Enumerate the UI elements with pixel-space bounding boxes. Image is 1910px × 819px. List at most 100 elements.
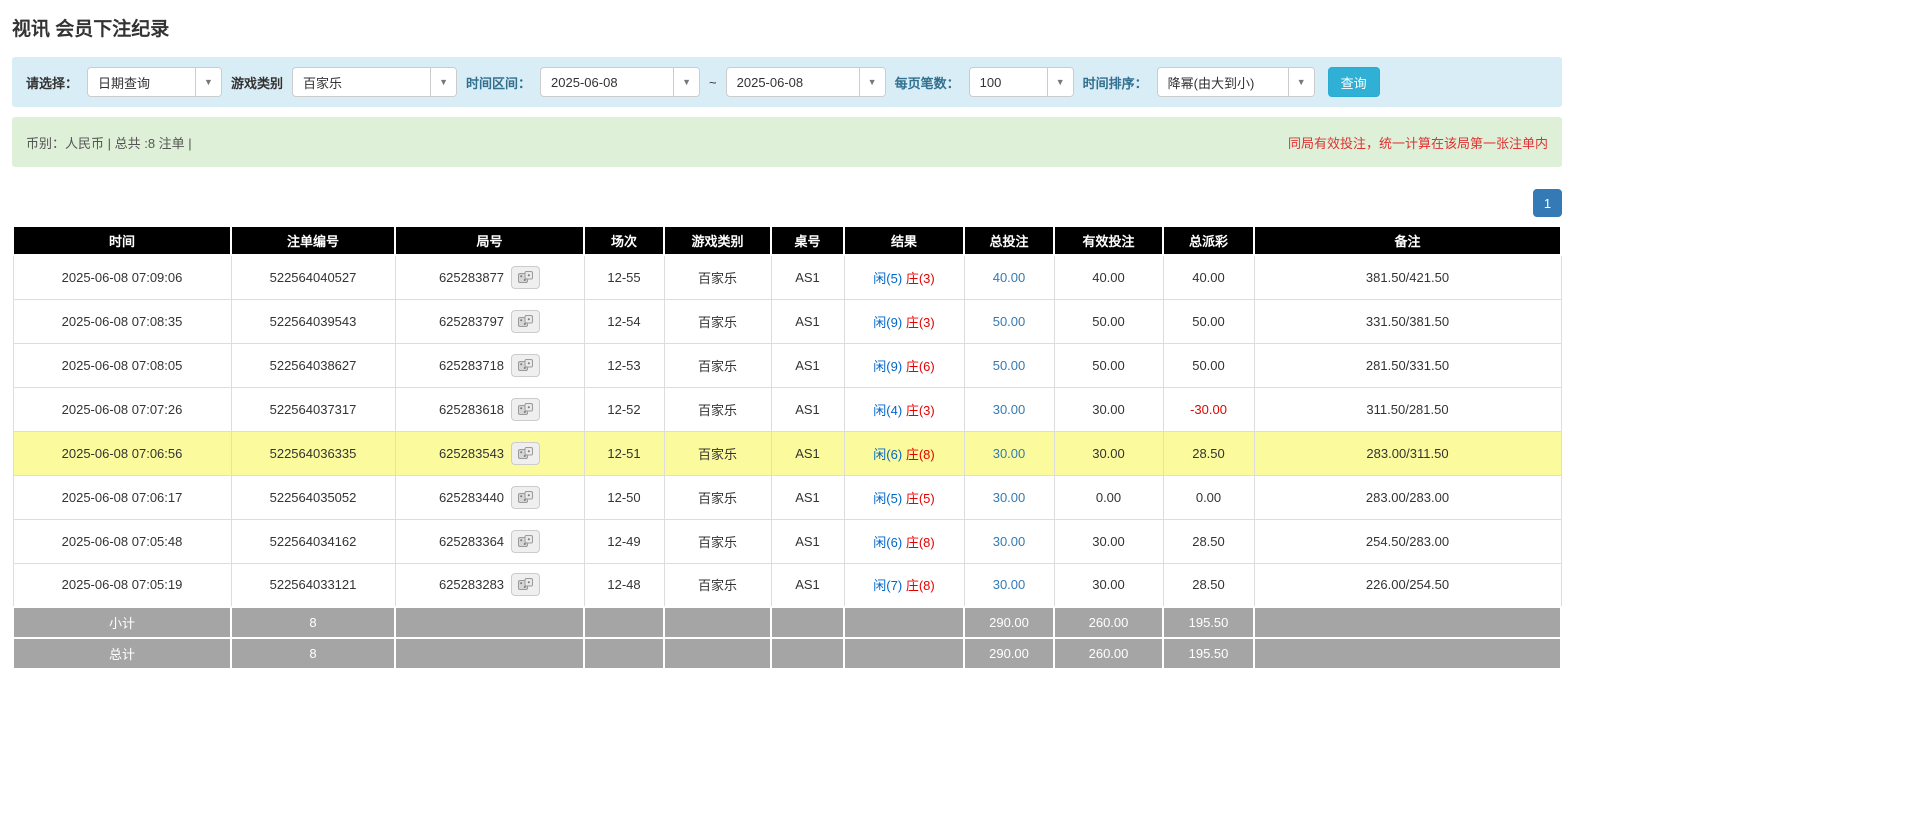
summary-bar: 币别：人民币 | 总共 :8 注单 | 同局有效投注，统一计算在该局第一张注单内 xyxy=(12,117,1562,167)
round-result-button[interactable] xyxy=(511,442,540,465)
cell-valid-bet: 30.00 xyxy=(1054,519,1163,563)
round-result-button[interactable] xyxy=(511,486,540,509)
round-result-button[interactable] xyxy=(511,573,540,596)
round-result-button[interactable] xyxy=(511,354,540,377)
total-bet-link[interactable]: 50.00 xyxy=(993,358,1026,373)
date-from-select[interactable]: 2025-06-08 ▼ xyxy=(540,67,700,97)
cell-round: 625283440 xyxy=(395,475,584,519)
payout-value: -30.00 xyxy=(1190,402,1227,417)
cell-game-type: 百家乐 xyxy=(664,255,771,299)
cell-table-no: AS1 xyxy=(771,255,844,299)
cell-session: 12-49 xyxy=(584,519,664,563)
cell-result: 闲(6) 庄(8) xyxy=(844,519,964,563)
cell-table-no: AS1 xyxy=(771,343,844,387)
cell-remark: 226.00/254.50 xyxy=(1254,563,1561,607)
cell-bet-id: 522564038627 xyxy=(231,343,395,387)
query-type-select[interactable]: 日期查询 ▼ xyxy=(87,67,222,97)
query-type-value: 日期查询 xyxy=(88,73,195,92)
total-bet-link[interactable]: 30.00 xyxy=(993,534,1026,549)
result-player: 闲(9) xyxy=(873,359,902,374)
total-bet-link[interactable]: 30.00 xyxy=(993,446,1026,461)
dice-icon xyxy=(518,578,533,591)
result-banker: 庄(8) xyxy=(906,535,935,550)
page-size-select[interactable]: 100 ▼ xyxy=(969,67,1074,97)
cell-table-no: AS1 xyxy=(771,563,844,607)
table-header: 时间 注单编号 局号 场次 游戏类别 桌号 结果 总投注 有效投注 总派彩 备注 xyxy=(13,226,1561,255)
cell-valid-bet: 30.00 xyxy=(1054,387,1163,431)
dice-icon xyxy=(518,403,533,416)
cell-bet-id: 522564039543 xyxy=(231,299,395,343)
total-payout: 195.50 xyxy=(1163,638,1254,669)
round-result-button[interactable] xyxy=(511,398,540,421)
table-row: 2025-06-08 07:05:19 522564033121 6252832… xyxy=(13,563,1561,607)
currency-total-summary: 币别：人民币 | 总共 :8 注单 | xyxy=(26,133,192,152)
cell-result: 闲(5) 庄(5) xyxy=(844,475,964,519)
total-bet-link[interactable]: 30.00 xyxy=(993,490,1026,505)
cell-game-type: 百家乐 xyxy=(664,387,771,431)
cell-remark: 283.00/311.50 xyxy=(1254,431,1561,475)
cell-bet-id: 522564037317 xyxy=(231,387,395,431)
cell-remark: 283.00/283.00 xyxy=(1254,475,1561,519)
table-row: 2025-06-08 07:06:17 522564035052 6252834… xyxy=(13,475,1561,519)
round-number: 625283440 xyxy=(439,490,504,505)
page-size-label: 每页笔数： xyxy=(895,73,960,92)
cell-round: 625283797 xyxy=(395,299,584,343)
date-to-select[interactable]: 2025-06-08 ▼ xyxy=(726,67,886,97)
cell-bet-id: 522564040527 xyxy=(231,255,395,299)
total-bet-link[interactable]: 30.00 xyxy=(993,577,1026,592)
pagination-page-1-button[interactable]: 1 xyxy=(1533,189,1562,217)
header-payout: 总派彩 xyxy=(1163,226,1254,255)
cell-valid-bet: 30.00 xyxy=(1054,563,1163,607)
cell-time: 2025-06-08 07:06:17 xyxy=(13,475,231,519)
game-type-value: 百家乐 xyxy=(293,73,430,92)
table-row: 2025-06-08 07:05:48 522564034162 6252833… xyxy=(13,519,1561,563)
header-table-no: 桌号 xyxy=(771,226,844,255)
game-type-select[interactable]: 百家乐 ▼ xyxy=(292,67,457,97)
subtotal-valid-bet: 260.00 xyxy=(1054,607,1163,638)
table-row: 2025-06-08 07:06:56 522564036335 6252835… xyxy=(13,431,1561,475)
cell-result: 闲(5) 庄(3) xyxy=(844,255,964,299)
total-bet-link[interactable]: 50.00 xyxy=(993,314,1026,329)
header-bet-id: 注单编号 xyxy=(231,226,395,255)
table-row: 2025-06-08 07:07:26 522564037317 6252836… xyxy=(13,387,1561,431)
cell-result: 闲(6) 庄(8) xyxy=(844,431,964,475)
round-result-button[interactable] xyxy=(511,530,540,553)
cell-round: 625283283 xyxy=(395,563,584,607)
result-player: 闲(7) xyxy=(873,578,902,593)
header-round: 局号 xyxy=(395,226,584,255)
result-player: 闲(9) xyxy=(873,315,902,330)
subtotal-row: 小计 8 290.00 260.00 195.50 xyxy=(13,607,1561,638)
subtotal-count: 8 xyxy=(231,607,395,638)
search-button[interactable]: 查询 xyxy=(1328,67,1380,97)
result-banker: 庄(3) xyxy=(906,315,935,330)
cell-result: 闲(4) 庄(3) xyxy=(844,387,964,431)
cell-round: 625283718 xyxy=(395,343,584,387)
cell-round: 625283543 xyxy=(395,431,584,475)
payout-value: 28.50 xyxy=(1192,577,1225,592)
total-bet-link[interactable]: 30.00 xyxy=(993,402,1026,417)
cell-remark: 254.50/283.00 xyxy=(1254,519,1561,563)
cell-valid-bet: 50.00 xyxy=(1054,299,1163,343)
cell-round: 625283618 xyxy=(395,387,584,431)
cell-time: 2025-06-08 07:05:48 xyxy=(13,519,231,563)
cell-result: 闲(9) 庄(6) xyxy=(844,343,964,387)
result-banker: 庄(6) xyxy=(906,359,935,374)
cell-valid-bet: 50.00 xyxy=(1054,343,1163,387)
total-total-bet: 290.00 xyxy=(964,638,1054,669)
cell-session: 12-54 xyxy=(584,299,664,343)
sort-order-value: 降幂(由大到小) xyxy=(1158,73,1288,92)
sort-order-select[interactable]: 降幂(由大到小) ▼ xyxy=(1157,67,1315,97)
round-result-button[interactable] xyxy=(511,310,540,333)
dice-icon xyxy=(518,315,533,328)
cell-table-no: AS1 xyxy=(771,519,844,563)
page-title: 视讯 会员下注纪录 xyxy=(12,14,1562,41)
cell-time: 2025-06-08 07:05:19 xyxy=(13,563,231,607)
result-banker: 庄(8) xyxy=(906,578,935,593)
page: 视讯 会员下注纪录 请选择： 日期查询 ▼ 游戏类别 百家乐 ▼ 时间区间： 2… xyxy=(12,0,1562,670)
cell-payout: 28.50 xyxy=(1163,431,1254,475)
round-result-button[interactable] xyxy=(511,266,540,289)
cell-result: 闲(9) 庄(3) xyxy=(844,299,964,343)
dice-icon xyxy=(518,359,533,372)
cell-total-bet: 30.00 xyxy=(964,387,1054,431)
total-bet-link[interactable]: 40.00 xyxy=(993,270,1026,285)
